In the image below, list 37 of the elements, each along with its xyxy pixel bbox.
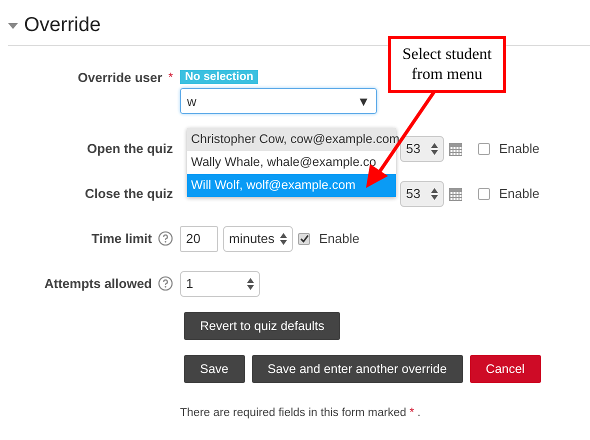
spinner-icon [431,142,438,154]
help-icon[interactable] [158,231,173,246]
field-label: Override user [78,70,162,84]
spinner-icon [431,188,438,200]
save-button[interactable]: Save [184,355,244,383]
field-label: Attempts allowed [44,276,152,291]
user-search-field[interactable]: w ▼ [180,88,377,114]
selection-badge: No selection [180,70,258,84]
required-mark: * [168,70,173,84]
field-label: Time limit [92,231,152,246]
required-note: There are required fields in this form marked * . [180,405,421,419]
callout-text: Select student from menu [401,45,493,84]
field-label: Close the quiz [84,186,173,201]
enable-checkbox[interactable] [298,232,310,244]
revert-button[interactable]: Revert to quiz defaults [184,312,340,340]
suggestion-item[interactable]: Wally Whale, whale@example.co [187,151,396,174]
spinner-icon [280,232,287,244]
dropdown-caret[interactable]: ▼ [357,94,370,108]
enable-label: Enable [499,186,540,201]
section-title: Override [24,14,101,37]
minute-select[interactable]: 53 [400,180,444,206]
enable-checkbox[interactable] [478,142,490,154]
spinner-icon [247,278,254,290]
attempts-select[interactable]: 1 [180,270,260,296]
enable-label: Enable [319,231,360,246]
help-icon[interactable] [158,276,173,291]
minute-select[interactable]: 53 [400,136,444,162]
cancel-button[interactable]: Cancel [470,355,541,383]
field-label: Open the quiz [87,141,173,156]
enable-checkbox[interactable] [478,188,490,200]
collapse-icon[interactable] [8,22,18,28]
time-limit-field[interactable]: 20 [180,226,218,252]
calendar-icon[interactable] [449,142,462,156]
unit-select[interactable]: minutes [223,226,293,252]
save-button[interactable]: Save and enter another override [252,355,463,383]
enable-label: Enable [499,141,540,156]
calendar-icon[interactable] [449,186,462,200]
